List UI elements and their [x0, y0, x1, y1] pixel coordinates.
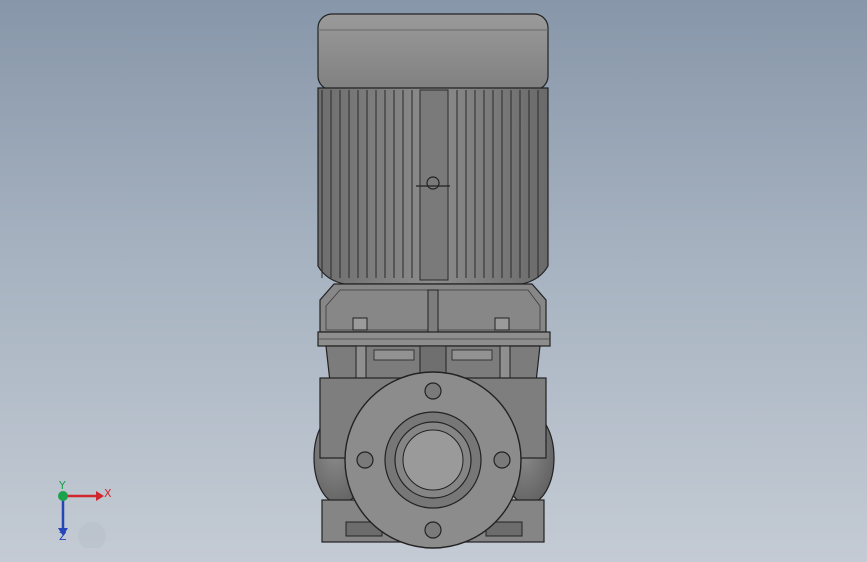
flange-bolt-hole-top	[424, 382, 442, 400]
coupling-flange	[317, 331, 551, 347]
motor-terminal-detail	[416, 89, 450, 281]
flange-bolt-hole-left	[356, 451, 374, 469]
pump-model[interactable]	[0, 0, 867, 562]
x-axis-label: X	[104, 487, 112, 500]
cad-viewport[interactable]: X Y Z	[0, 0, 867, 562]
motor-bracket	[319, 283, 547, 333]
motor-cap	[317, 13, 549, 91]
y-axis-dot	[58, 491, 68, 501]
orientation-triad[interactable]: X Y Z	[40, 478, 120, 550]
flange-bolt-hole-bottom	[424, 521, 442, 539]
y-axis-label: Y	[59, 479, 66, 492]
flange-bolt-hole-right	[493, 451, 511, 469]
z-axis-label: Z	[59, 530, 67, 543]
outlet-flange	[344, 371, 522, 549]
